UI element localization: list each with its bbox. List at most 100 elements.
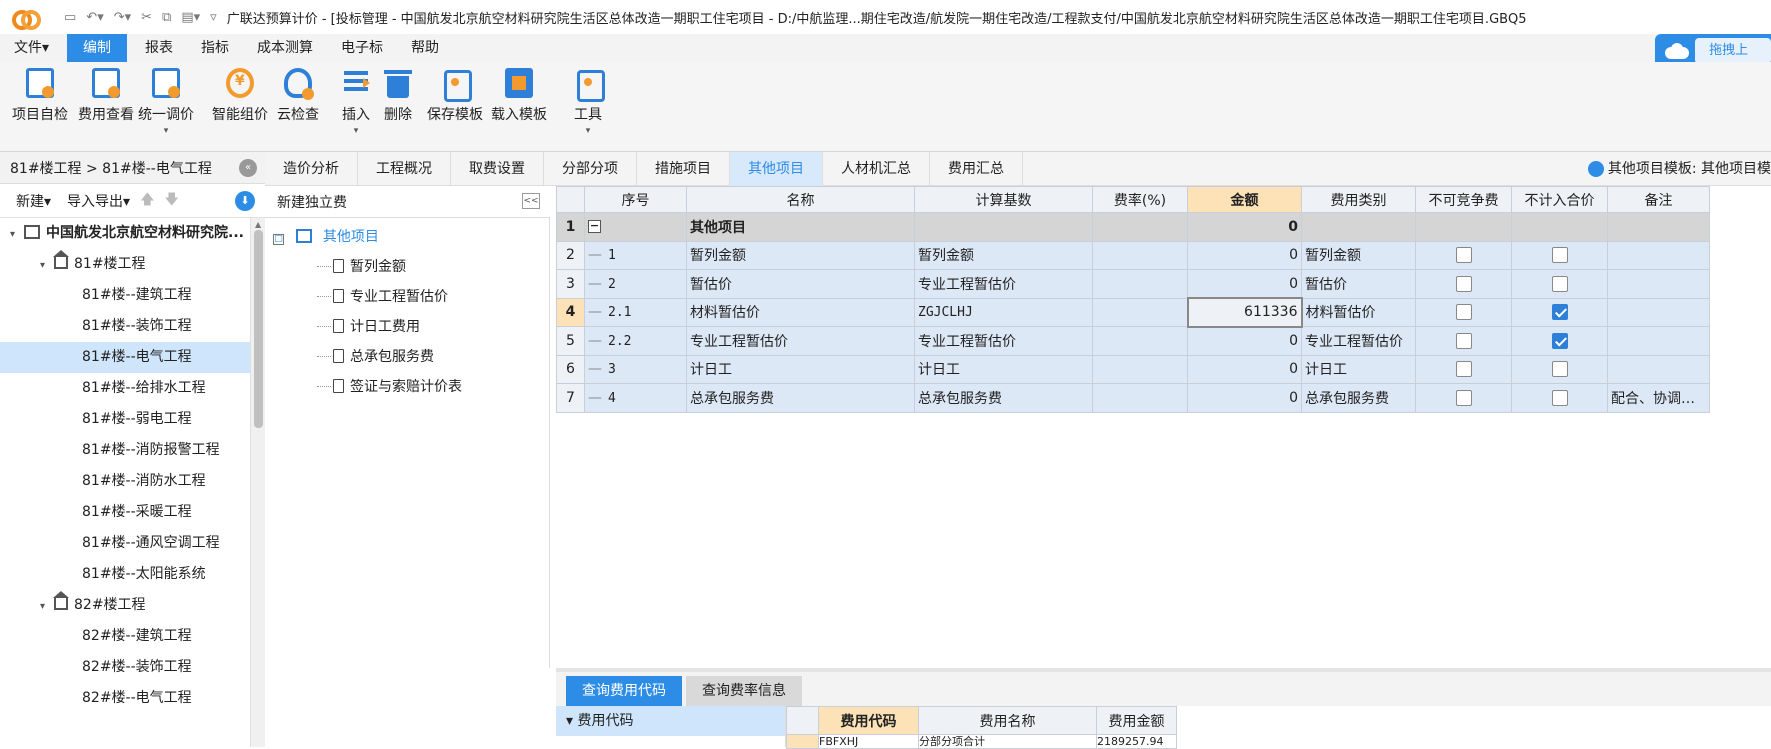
amount-cell[interactable]: 0 [1187,240,1302,270]
col-header-8[interactable]: 不计入合价 [1511,186,1608,213]
base-cell[interactable]: 总承包服务费 [914,383,1093,413]
tree-node[interactable]: 82#楼--装饰工程 [0,652,250,683]
category-cell[interactable]: 暂估价 [1301,269,1416,299]
col-header-2[interactable]: 名称 [686,186,915,213]
note-cell[interactable] [1607,212,1710,242]
amount-cell[interactable]: 0 [1187,354,1302,384]
category-cell[interactable]: 暂列金额 [1301,240,1416,270]
delete-button[interactable]: 删除 [384,68,412,124]
tree-node[interactable]: 81#楼--弱电工程 [0,404,250,435]
collapse-toggle-icon[interactable]: □ [273,234,284,245]
noncompetitive-cell[interactable] [1415,269,1512,299]
checkbox[interactable] [1455,389,1472,406]
category-cell[interactable]: 计日工 [1301,354,1416,384]
amount-cell[interactable]: 0 [1187,269,1302,299]
note-cell[interactable] [1607,326,1710,356]
name-cell[interactable]: 计日工 [686,354,915,384]
checkbox[interactable] [1455,247,1472,264]
note-cell[interactable] [1607,354,1710,384]
noncompetitive-cell[interactable] [1415,297,1512,327]
tab-4[interactable]: 措施项目 [637,152,730,186]
tree-node[interactable]: 81#楼--电气工程 [0,342,250,373]
table-row[interactable]: 6—3 计日工 计日工 0 计日工 [556,354,1710,384]
fee-view-button[interactable]: 费用查看 [78,68,134,124]
project-check-button[interactable]: 项目自检 [12,68,68,124]
rate-cell[interactable] [1092,212,1188,242]
menu-item-6[interactable]: 帮助 [397,34,453,62]
tree-root-other-items[interactable]: □ 其他项目 [265,222,549,252]
new-independent-fee-button[interactable]: 新建独立费 [277,192,347,212]
base-cell[interactable]: 专业工程暂估价 [914,326,1093,356]
move-up-icon[interactable]: 🡅 [140,189,154,213]
col-header-3[interactable]: 计算基数 [914,186,1093,213]
tree-item[interactable]: 计日工费用 [265,312,549,342]
tree-node[interactable]: ▾ 81#楼工程 [0,249,250,280]
noncompetitive-cell[interactable] [1415,240,1512,270]
base-cell[interactable]: 专业工程暂估价 [914,269,1093,299]
checkbox[interactable] [1455,304,1472,321]
exclude-cell[interactable] [1511,326,1608,356]
amount-cell[interactable]: 0 [1187,383,1302,413]
category-cell[interactable]: 专业工程暂估价 [1301,326,1416,356]
undo-icon[interactable]: ↶▾ [86,10,103,25]
name-cell[interactable]: 专业工程暂估价 [686,326,915,356]
seq-cell[interactable]: − [584,212,687,242]
chevron-down-icon[interactable]: ▾ [10,219,24,250]
note-cell[interactable] [1607,269,1710,299]
collapse-toggle-icon[interactable]: − [588,220,601,234]
insert-button[interactable]: 插入 ▾ [342,68,370,136]
tab-7[interactable]: 费用汇总 [930,152,1023,186]
menu-item-5[interactable]: 电子标 [327,34,397,62]
tree-item[interactable]: 暂列金额 [265,252,549,282]
tree-node[interactable]: ▾ 82#楼工程 [0,590,250,621]
tree-item[interactable]: 专业工程暂估价 [265,282,549,312]
checkbox[interactable] [1551,247,1568,264]
menu-item-1[interactable]: 编制 [67,34,128,62]
col-header-fee-amount[interactable]: 费用金额 [1096,706,1177,735]
noncompetitive-cell[interactable] [1415,354,1512,384]
row-number[interactable]: 4 [556,297,585,327]
col-header-4[interactable]: 费率(%) [1092,186,1188,213]
tab-5[interactable]: 其他项目 [730,152,823,186]
smart-pricing-button[interactable]: 智能组价 [212,68,268,124]
tree-node[interactable]: 82#楼--电气工程 [0,683,250,714]
amount-cell[interactable]: 611336 [1186,297,1303,328]
noncompetitive-cell[interactable] [1415,326,1512,356]
row-number[interactable]: 2 [556,240,585,270]
tree-node[interactable]: 81#楼--消防水工程 [0,466,250,497]
menu-item-0[interactable]: 文件▾ [0,34,63,62]
cut-icon[interactable]: ✂ [141,10,152,25]
note-cell[interactable]: 配合、协调… [1607,383,1710,413]
col-header-1[interactable]: 序号 [584,186,687,213]
redo-icon[interactable]: ↷▾ [114,10,131,25]
name-cell[interactable]: 暂估价 [686,269,915,299]
new-button[interactable]: 新建▾ [16,191,51,211]
collapse-panel-icon[interactable]: « [239,159,257,177]
rate-cell[interactable] [1092,269,1188,299]
seq-cell[interactable]: —3 [584,354,687,384]
move-down-icon[interactable]: 🡇 [164,189,178,213]
category-cell[interactable]: 材料暂估价 [1301,297,1416,327]
tab-0[interactable]: 造价分析 [265,152,358,186]
noncompetitive-cell[interactable] [1415,212,1512,242]
checkbox[interactable] [1455,275,1472,292]
col-header-fee-code[interactable]: 费用代码 [818,706,919,735]
tree-node[interactable]: 81#楼--太阳能系统 [0,559,250,590]
tree-node[interactable]: 82#楼--建筑工程 [0,621,250,652]
tools-button[interactable]: 工具 ▾ [574,68,605,136]
col-header-7[interactable]: 不可竞争费 [1415,186,1512,213]
col-header-0[interactable] [556,186,585,213]
checkbox[interactable] [1455,332,1472,349]
table-row[interactable]: FBFXHJ 分部分项合计 2189257.94 [786,734,1177,749]
tree-scrollbar[interactable]: ▲ [250,218,265,747]
category-cell[interactable] [1301,212,1416,242]
note-cell[interactable] [1607,240,1710,270]
rate-cell[interactable] [1092,326,1188,356]
bottom-tab-1[interactable]: 查询费率信息 [686,676,802,706]
table-row[interactable]: 2—1 暂列金额 暂列金额 0 暂列金额 [556,240,1710,270]
save-template-button[interactable]: 保存模板 [427,68,483,124]
import-export-button[interactable]: 导入导出▾ [67,191,130,211]
base-cell[interactable] [914,212,1093,242]
checkbox[interactable] [1455,361,1472,378]
note-cell[interactable] [1607,297,1710,327]
